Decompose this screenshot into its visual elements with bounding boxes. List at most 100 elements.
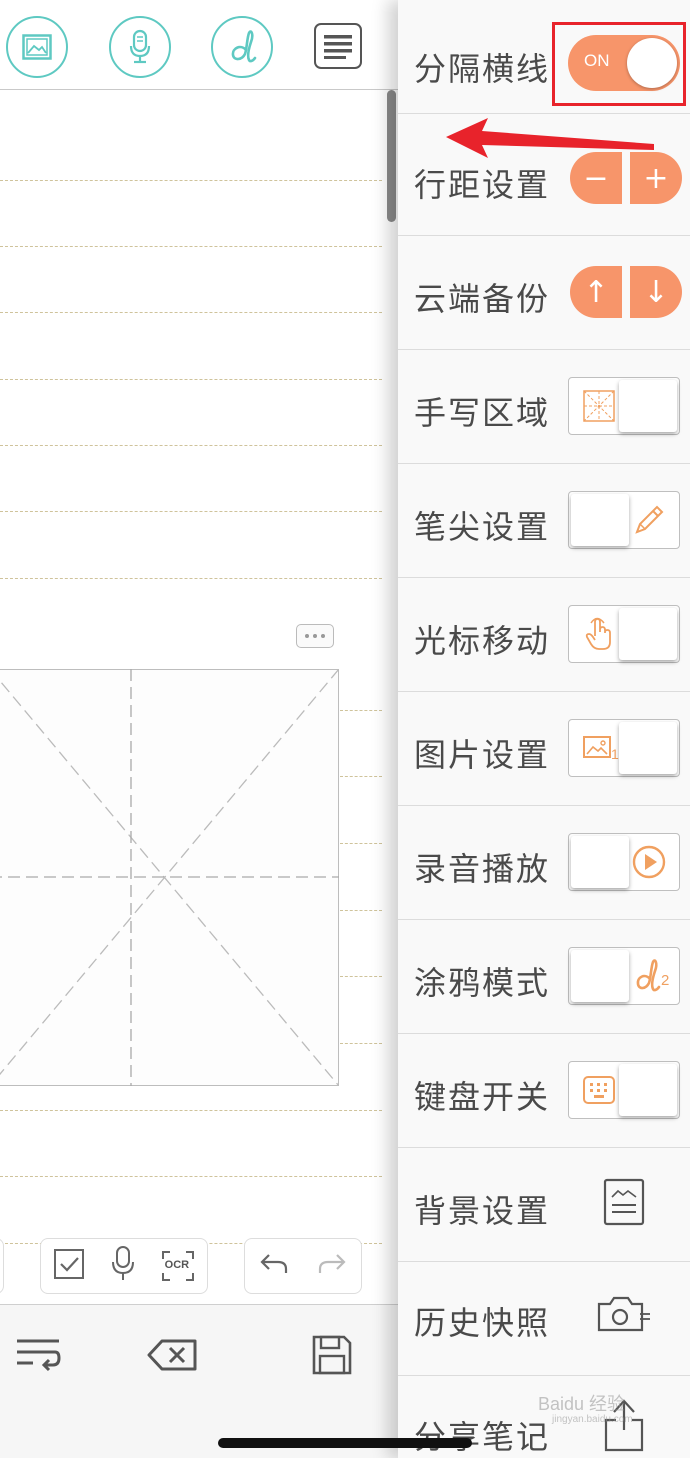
save-button[interactable] xyxy=(302,1327,362,1383)
grid-area-icon xyxy=(573,382,625,430)
touch-hand-icon xyxy=(573,610,625,658)
handwriting-d-icon xyxy=(231,30,257,63)
setting-label: 背景设置 xyxy=(414,1192,551,1230)
redo-button[interactable] xyxy=(317,1251,347,1281)
line-wrap-icon xyxy=(17,1339,61,1372)
image-settings-toggle[interactable]: 1 xyxy=(568,719,680,777)
voice-input-button[interactable] xyxy=(109,16,171,78)
play-icon xyxy=(623,838,675,886)
redo-icon xyxy=(318,1254,346,1273)
toggle-knob xyxy=(571,494,629,546)
image-mode-icon: 1 xyxy=(573,724,625,772)
setting-background: 背景设置 xyxy=(398,1148,690,1262)
toggle-knob xyxy=(619,608,677,660)
watermark-sub: jingyan.baidu.com xyxy=(552,1414,633,1425)
setting-label: 云端备份 xyxy=(414,280,551,318)
scrollbar[interactable] xyxy=(387,90,396,222)
handwriting-grid[interactable] xyxy=(0,668,339,1086)
line-wrap-button[interactable] xyxy=(8,1327,68,1383)
undo-button[interactable] xyxy=(259,1251,289,1281)
history-snapshot-button[interactable] xyxy=(594,1284,654,1344)
setting-history-snapshot: 历史快照 xyxy=(398,1262,690,1376)
save-icon xyxy=(312,1335,352,1375)
pen-tip-toggle[interactable] xyxy=(568,491,680,549)
doodle-mode-toggle[interactable]: 2 xyxy=(568,947,680,1005)
background-settings-button[interactable] xyxy=(594,1172,654,1232)
image-mode-badge: 1 xyxy=(611,746,619,762)
insert-tools-group: OCR xyxy=(40,1238,208,1294)
setting-label: 分享笔记 xyxy=(414,1418,551,1456)
setting-cursor-move: 光标移动 xyxy=(398,578,690,692)
setting-audio-playback: 录音播放 xyxy=(398,806,690,920)
backspace-icon xyxy=(147,1339,197,1371)
setting-doodle-mode: 涂鸦模式 2 xyxy=(398,920,690,1034)
ruled-line xyxy=(340,710,382,711)
camera-icon xyxy=(597,1296,650,1332)
settings-panel: 分隔横线 ON 行距设置 − + 云端备份 ↑ ↓ 手写区域 笔尖设置 光标移动… xyxy=(398,0,690,1458)
menu-button[interactable] xyxy=(314,23,362,69)
pencil-icon xyxy=(623,496,675,544)
setting-divider-lines: 分隔横线 ON xyxy=(398,0,690,114)
microphone-icon xyxy=(129,29,151,64)
ocr-label: OCR xyxy=(164,1259,190,1271)
setting-cloud-backup: 云端备份 ↑ ↓ xyxy=(398,236,690,350)
ruled-line xyxy=(0,511,382,512)
microphone-icon xyxy=(111,1246,134,1280)
checkbox-button[interactable] xyxy=(53,1248,85,1284)
sub-toolbar-edge xyxy=(0,1238,4,1294)
voice-record-button[interactable] xyxy=(110,1245,136,1287)
setting-label: 图片设置 xyxy=(414,736,551,774)
grid-guides xyxy=(0,668,339,1086)
baidu-watermark: Baidu 经验 jingyan.baidu.com xyxy=(538,1390,658,1430)
ocr-button[interactable]: OCR xyxy=(161,1250,195,1282)
setting-label: 涂鸦模式 xyxy=(414,964,551,1002)
bottom-bar xyxy=(0,1304,398,1458)
ruled-line xyxy=(0,180,382,181)
setting-label: 光标移动 xyxy=(414,622,551,660)
top-toolbar xyxy=(0,0,398,90)
ruled-line xyxy=(340,976,382,977)
image-icon xyxy=(22,34,52,60)
setting-label: 笔尖设置 xyxy=(414,508,551,546)
keyboard-toggle[interactable] xyxy=(568,1061,680,1119)
ruled-line xyxy=(0,1176,382,1177)
cursor-move-toggle[interactable] xyxy=(568,605,680,663)
more-button[interactable] xyxy=(296,624,334,648)
checkbox-icon xyxy=(54,1249,85,1279)
ruled-line xyxy=(0,578,382,579)
cloud-upload-button[interactable]: ↑ xyxy=(570,266,622,318)
menu-list-icon xyxy=(324,35,352,59)
undo-icon xyxy=(260,1254,288,1273)
toggle-knob xyxy=(571,836,629,888)
audio-playback-toggle[interactable] xyxy=(568,833,680,891)
ruled-line xyxy=(340,910,382,911)
setting-label: 录音播放 xyxy=(414,850,551,888)
toggle-knob xyxy=(619,1064,677,1116)
ruled-line xyxy=(0,312,382,313)
background-page-icon xyxy=(603,1178,645,1226)
setting-label: 分隔横线 xyxy=(414,50,551,88)
toggle-knob xyxy=(619,722,677,774)
handwriting-button[interactable] xyxy=(211,16,273,78)
history-group xyxy=(244,1238,362,1294)
insert-image-button[interactable] xyxy=(6,16,68,78)
ruled-line xyxy=(340,843,382,844)
backspace-button[interactable] xyxy=(142,1327,202,1383)
keyboard-icon xyxy=(573,1066,625,1114)
ruled-line xyxy=(340,1043,382,1044)
setting-label: 键盘开关 xyxy=(414,1078,551,1116)
cloud-download-button[interactable]: ↓ xyxy=(630,266,682,318)
highlight-box xyxy=(552,22,686,106)
toggle-knob xyxy=(571,950,629,1002)
home-indicator[interactable] xyxy=(218,1438,472,1448)
ruled-line xyxy=(340,776,382,777)
setting-pen-tip: 笔尖设置 xyxy=(398,464,690,578)
ruled-line xyxy=(0,1110,382,1111)
toggle-knob xyxy=(619,380,677,432)
ruled-line xyxy=(0,379,382,380)
setting-label: 历史快照 xyxy=(414,1304,551,1342)
handwriting-area-toggle[interactable] xyxy=(568,377,680,435)
setting-image: 图片设置 1 xyxy=(398,692,690,806)
setting-handwriting-area: 手写区域 xyxy=(398,350,690,464)
setting-label: 行距设置 xyxy=(414,166,551,204)
